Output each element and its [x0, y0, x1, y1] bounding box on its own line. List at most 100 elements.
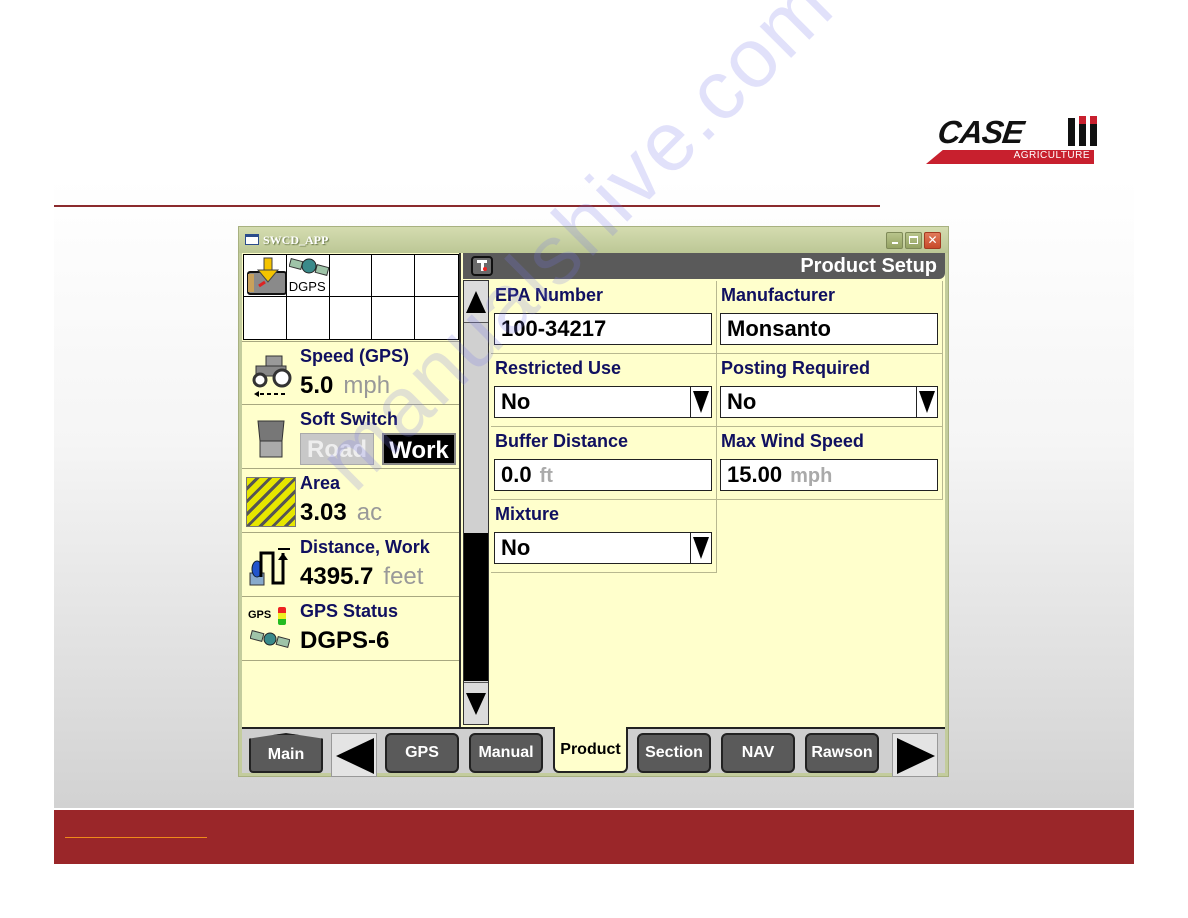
window-titlebar[interactable]: SWCD_APP ✕ — [239, 227, 948, 253]
scroll-tabs-right-button[interactable] — [892, 733, 938, 777]
tab-section[interactable]: Section — [637, 733, 711, 773]
mixture-select[interactable]: No — [494, 532, 712, 564]
grid-cell-empty[interactable] — [415, 297, 458, 339]
window-title: SWCD_APP — [263, 233, 329, 247]
distance-number: 4395.7 — [300, 563, 374, 590]
max-wind-speed-input[interactable]: 15.00 mph — [720, 459, 938, 491]
footer-band — [54, 810, 1134, 864]
minimize-icon — [891, 242, 898, 244]
work-button[interactable]: Work — [382, 433, 456, 465]
soft-switch-label: Soft Switch — [300, 409, 398, 429]
grid-cell-empty[interactable] — [287, 297, 330, 339]
distance-unit: feet — [383, 563, 424, 590]
grid-cell-data-card[interactable] — [244, 255, 287, 297]
max-wind-speed-unit: mph — [790, 465, 833, 487]
buffer-distance-unit: ft — [539, 465, 553, 487]
stat-gps-status[interactable]: GPS GPS Status DGPS-6 — [242, 597, 459, 661]
case-ih-logo: CASE AGRICULTURE — [926, 112, 1102, 168]
minimize-button[interactable] — [886, 232, 903, 249]
scroll-down-button[interactable] — [464, 682, 488, 724]
epa-number-input[interactable]: 100-34217 — [494, 313, 712, 345]
arrow-down-icon — [466, 693, 486, 715]
grid-cell-empty[interactable] — [330, 297, 373, 339]
area-number: 3.03 — [300, 499, 347, 526]
scroll-track[interactable] — [464, 323, 488, 533]
field-mixture: Mixture No — [491, 500, 717, 573]
tab-nav[interactable]: NAV — [721, 733, 795, 773]
mixture-label: Mixture — [495, 504, 560, 524]
manufacturer-input[interactable]: Monsanto — [720, 313, 938, 345]
tab-manual[interactable]: Manual — [469, 733, 543, 773]
stat-distance[interactable]: Distance, Work 4395.7 feet — [242, 533, 459, 597]
chevron-down-icon — [919, 391, 935, 413]
scroll-up-button[interactable] — [464, 281, 488, 323]
gps-status-icon: GPS — [248, 605, 294, 651]
restricted-use-dropdown-button[interactable] — [690, 387, 711, 417]
speed-label: Speed (GPS) — [300, 346, 410, 366]
memory-card-download-icon — [247, 257, 287, 295]
scroll-tabs-left-button[interactable] — [331, 733, 377, 777]
grid-cell-empty[interactable] — [329, 255, 373, 297]
chevron-down-icon — [693, 537, 709, 559]
arrow-right-icon — [897, 738, 935, 774]
satellite-icon — [250, 629, 290, 649]
product-fields: EPA Number 100-34217 Manufacturer Monsan… — [491, 281, 945, 727]
posting-required-value: No — [727, 389, 757, 414]
field-buffer-distance: Buffer Distance 0.0 ft — [491, 427, 717, 500]
posting-required-select[interactable]: No — [720, 386, 938, 418]
arrow-left-icon — [336, 738, 374, 774]
close-button[interactable]: ✕ — [924, 232, 941, 249]
buffer-distance-label: Buffer Distance — [495, 431, 629, 451]
tab-gps[interactable]: GPS — [385, 733, 459, 773]
grid-cell-empty[interactable] — [372, 297, 416, 339]
restricted-use-select[interactable]: No — [494, 386, 712, 418]
distance-icon — [249, 548, 290, 586]
app-window: SWCD_APP ✕ DGPS Speed (GPS) 5.0 mph Soft… — [238, 226, 949, 777]
maximize-button[interactable] — [905, 232, 922, 249]
grid-cell-empty[interactable] — [372, 255, 416, 297]
page-title: Product Setup — [800, 255, 937, 277]
arrow-up-icon — [466, 291, 486, 313]
grid-cell-empty[interactable] — [415, 255, 458, 297]
grid-cell-empty[interactable] — [244, 297, 287, 339]
stat-area[interactable]: Area 3.03 ac — [242, 469, 459, 533]
mixture-dropdown-button[interactable] — [690, 533, 711, 563]
footer-accent-line — [65, 837, 207, 838]
epa-number-label: EPA Number — [495, 285, 604, 305]
gps-status-label: GPS Status — [300, 601, 399, 621]
road-button[interactable]: Road — [300, 433, 374, 465]
tractor-icon — [252, 355, 292, 397]
stat-soft-switch: Soft Switch Road Work — [242, 405, 459, 469]
speed-unit: mph — [343, 372, 391, 399]
tab-main[interactable]: Main — [249, 733, 323, 773]
posting-required-dropdown-button[interactable] — [916, 387, 937, 417]
scroll-thumb[interactable] — [464, 533, 488, 681]
hatched-area-icon — [246, 477, 296, 527]
logo-word: CASE — [935, 114, 1026, 150]
client-area: DGPS Speed (GPS) 5.0 mph Soft Switch Roa… — [242, 253, 945, 777]
header-rule — [54, 205, 880, 207]
manufacturer-label: Manufacturer — [721, 285, 836, 305]
buffer-distance-input[interactable]: 0.0 ft — [494, 459, 712, 491]
field-max-wind-speed: Max Wind Speed 15.00 mph — [717, 427, 943, 500]
posting-required-label: Posting Required — [721, 358, 871, 378]
window-icon — [245, 234, 259, 245]
vertical-scrollbar[interactable] — [463, 280, 489, 725]
tool-icon[interactable] — [471, 256, 493, 276]
buffer-distance-value: 0.0 — [501, 462, 532, 487]
tab-rawson[interactable]: Rawson — [805, 733, 879, 773]
logo-ih-bars — [1066, 116, 1100, 146]
dgps-label: DGPS — [288, 279, 326, 294]
maximize-icon — [909, 236, 918, 244]
distance-value: 4395.7 feet — [300, 563, 423, 591]
tab-product[interactable]: Product — [553, 727, 628, 773]
area-unit: ac — [356, 499, 383, 526]
grid-cell-dgps[interactable]: DGPS — [286, 255, 330, 297]
mixture-value: No — [501, 535, 531, 560]
field-epa-number: EPA Number 100-34217 — [491, 281, 717, 354]
max-wind-speed-label: Max Wind Speed — [721, 431, 864, 451]
bottom-tab-bar: Main GPS Manual Product Section NAV Raws… — [242, 727, 945, 777]
speed-number: 5.0 — [300, 372, 334, 399]
status-panel: DGPS Speed (GPS) 5.0 mph Soft Switch Roa… — [242, 253, 461, 727]
stat-speed[interactable]: Speed (GPS) 5.0 mph — [242, 341, 459, 405]
